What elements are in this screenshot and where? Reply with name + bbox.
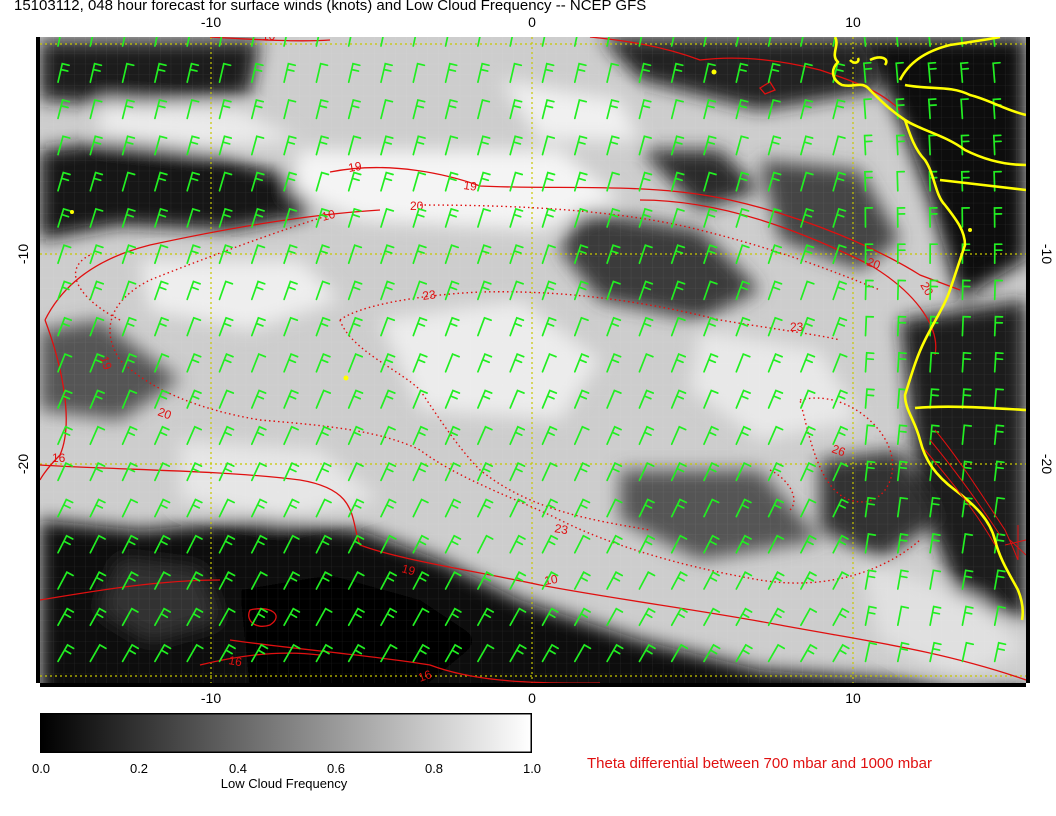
lat-tick-right: -20	[1039, 454, 1055, 474]
bottom-frame-bar	[40, 683, 1026, 687]
lon-tick-top: 10	[845, 14, 861, 30]
colorbar-tick: 0.6	[326, 761, 346, 776]
colorbar-tick: 0.2	[129, 761, 149, 776]
colorbar-label: Low Cloud Frequency	[220, 776, 348, 791]
lat-tick-left: -20	[15, 454, 31, 474]
colorbar-tick: 0.4	[228, 761, 248, 776]
contour-label: 10	[262, 29, 276, 43]
colorbar-tick: 0.0	[31, 761, 51, 776]
contour-label: 23	[553, 521, 569, 537]
right-frame-bar	[1026, 37, 1030, 683]
contour-label: 16	[227, 653, 243, 669]
lat-tick-right: -10	[1039, 244, 1055, 264]
theta-differential-label: Theta differential between 700 mbar and …	[587, 755, 932, 772]
lat-tick-left: -10	[15, 244, 31, 264]
lon-tick-bottom: 10	[845, 690, 861, 705]
colorbar	[40, 713, 532, 753]
lon-ticks-top: -10 0 10	[201, 14, 861, 30]
map-panel[interactable]: 19 19 20 10 20 23 19 20 23 26 23 19 10 1…	[0, 0, 1056, 705]
colorbar-tick: 1.0	[522, 761, 542, 776]
lon-tick-bottom: 0	[528, 690, 536, 705]
contour-label: 19	[463, 178, 478, 194]
colorbar-gradient	[40, 713, 532, 753]
lat-ticks-right: -10 -20	[1039, 244, 1055, 474]
lon-tick-top: -10	[201, 14, 221, 30]
lon-ticks-bottom: -10 0 10	[201, 690, 861, 705]
contour-label: 20	[410, 199, 424, 213]
contour-label: 16	[52, 451, 66, 465]
lon-tick-top: 0	[528, 14, 536, 30]
colorbar-tick: 0.8	[424, 761, 444, 776]
lon-tick-bottom: -10	[201, 690, 221, 705]
contour-label: 23	[421, 287, 436, 303]
lat-ticks-left: -10 -20	[15, 244, 31, 474]
left-frame-bar	[36, 37, 40, 683]
